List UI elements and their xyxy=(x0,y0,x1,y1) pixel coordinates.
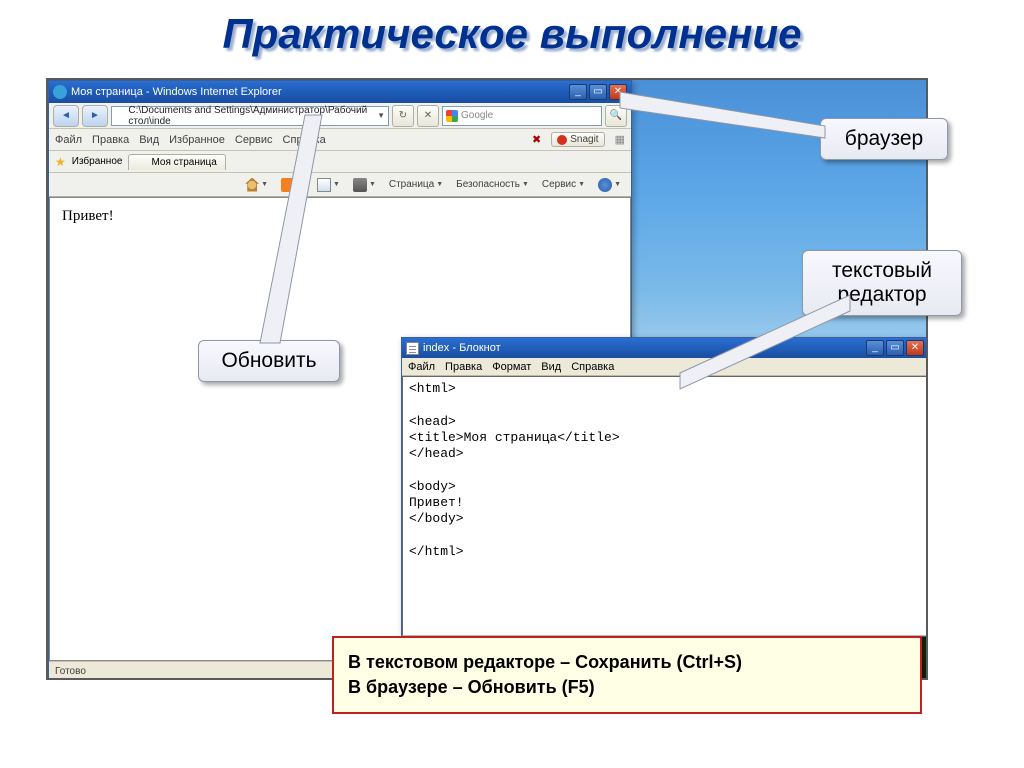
search-placeholder: Google xyxy=(461,110,493,121)
help-icon xyxy=(598,178,612,192)
notepad-titlebar[interactable]: index - Блокнот _ ▭ ✕ xyxy=(402,338,928,358)
slide-title: Практическое выполнение xyxy=(0,10,1024,58)
favorites-label[interactable]: Избранное xyxy=(72,156,123,167)
print-icon xyxy=(353,178,367,192)
search-input[interactable]: Google xyxy=(442,106,602,126)
notepad-icon xyxy=(406,342,419,355)
page-content: Привет! xyxy=(62,208,114,224)
safety-menu[interactable]: Безопасность▼ xyxy=(451,177,534,192)
snagit-icon xyxy=(557,135,567,145)
browser-menu-bar: Файл Правка Вид Избранное Сервис Справка… xyxy=(49,129,631,151)
callout-browser-text: браузер xyxy=(845,127,923,150)
browser-titlebar[interactable]: Моя страница - Windows Internet Explorer… xyxy=(49,81,631,103)
np-menu-file[interactable]: Файл xyxy=(408,361,435,373)
snagit-extra-icon[interactable]: ▦ xyxy=(615,133,625,146)
notepad-menu-bar: Файл Правка Формат Вид Справка xyxy=(402,358,928,376)
np-close-button[interactable]: ✕ xyxy=(906,340,924,356)
callout-browser: браузер xyxy=(820,118,948,160)
callout-editor-text: текстовый редактор xyxy=(832,259,932,306)
np-menu-help[interactable]: Справка xyxy=(571,361,614,373)
command-bar: ▼ ▼ ▼ ▼ Страница▼ Безопасность▼ Сервис▼ … xyxy=(49,173,631,197)
callout-editor: текстовый редактор xyxy=(802,250,962,316)
np-minimize-button[interactable]: _ xyxy=(866,340,884,356)
notepad-window: index - Блокнот _ ▭ ✕ Файл Правка Формат… xyxy=(401,337,928,637)
notepad-title-text: index - Блокнот xyxy=(423,342,501,354)
refresh-button[interactable]: ↻ xyxy=(392,105,414,127)
snagit-label: Snagit xyxy=(570,134,598,145)
notepad-text-area[interactable]: <html> <head> <title>Моя страница</title… xyxy=(402,376,928,636)
browser-title-text: Моя страница - Windows Internet Explorer xyxy=(71,86,282,98)
snagit-button[interactable]: Snagit xyxy=(551,132,604,147)
instruction-line-2: В браузере – Обновить (F5) xyxy=(348,677,906,698)
page-menu[interactable]: Страница▼ xyxy=(384,177,448,192)
address-dropdown-icon[interactable]: ▼ xyxy=(377,111,385,120)
print-button[interactable]: ▼ xyxy=(348,176,381,194)
menu-tools[interactable]: Сервис xyxy=(235,134,273,146)
search-go-button[interactable]: 🔍 xyxy=(605,105,627,127)
back-button[interactable]: ◄ xyxy=(53,105,79,127)
minimize-button[interactable]: _ xyxy=(569,84,587,100)
mail-button[interactable]: ▼ xyxy=(312,176,345,194)
maximize-button[interactable]: ▭ xyxy=(589,84,607,100)
tools-menu-label: Сервис xyxy=(542,179,576,190)
tab-favicon xyxy=(137,157,148,168)
forward-button[interactable]: ► xyxy=(82,105,108,127)
star-icon[interactable]: ★ xyxy=(55,155,66,169)
ie-icon xyxy=(53,85,67,99)
home-button[interactable]: ▼ xyxy=(240,176,273,194)
google-icon xyxy=(446,110,458,122)
address-input[interactable]: C:\Documents and Settings\Администратор\… xyxy=(111,106,389,126)
callout-refresh: Обновить xyxy=(198,340,340,382)
instruction-line-1: В текстовом редакторе – Сохранить (Ctrl+… xyxy=(348,652,906,673)
tools-menu[interactable]: Сервис▼ xyxy=(537,177,590,192)
np-menu-view[interactable]: Вид xyxy=(541,361,561,373)
x-icon[interactable]: ✖ xyxy=(532,133,541,146)
callout-refresh-text: Обновить xyxy=(221,349,316,372)
desktop-background: Моя страница - Windows Internet Explorer… xyxy=(46,78,928,680)
menu-favorites[interactable]: Избранное xyxy=(169,134,225,146)
mail-icon xyxy=(317,178,331,192)
page-icon xyxy=(115,110,125,122)
browser-tab[interactable]: Моя страница xyxy=(128,154,225,170)
home-icon xyxy=(245,178,259,192)
np-menu-edit[interactable]: Правка xyxy=(445,361,482,373)
favorites-bar: ★ Избранное Моя страница xyxy=(49,151,631,173)
menu-file[interactable]: Файл xyxy=(55,134,82,146)
instruction-box: В текстовом редакторе – Сохранить (Ctrl+… xyxy=(332,636,922,714)
safety-menu-label: Безопасность xyxy=(456,179,520,190)
np-menu-format[interactable]: Формат xyxy=(492,361,531,373)
rss-icon xyxy=(281,178,295,192)
address-bar-row: ◄ ► C:\Documents and Settings\Администра… xyxy=(49,103,631,129)
status-text: Готово xyxy=(55,666,86,677)
tab-title: Моя страница xyxy=(151,157,216,168)
menu-view[interactable]: Вид xyxy=(139,134,159,146)
address-text: C:\Documents and Settings\Администратор\… xyxy=(128,105,374,127)
stop-button[interactable]: ✕ xyxy=(417,105,439,127)
help-button[interactable]: ▼ xyxy=(593,176,626,194)
page-menu-label: Страница xyxy=(389,179,434,190)
feeds-button[interactable]: ▼ xyxy=(276,176,309,194)
close-button[interactable]: ✕ xyxy=(609,84,627,100)
menu-edit[interactable]: Правка xyxy=(92,134,129,146)
menu-help[interactable]: Справка xyxy=(283,134,326,146)
np-maximize-button[interactable]: ▭ xyxy=(886,340,904,356)
